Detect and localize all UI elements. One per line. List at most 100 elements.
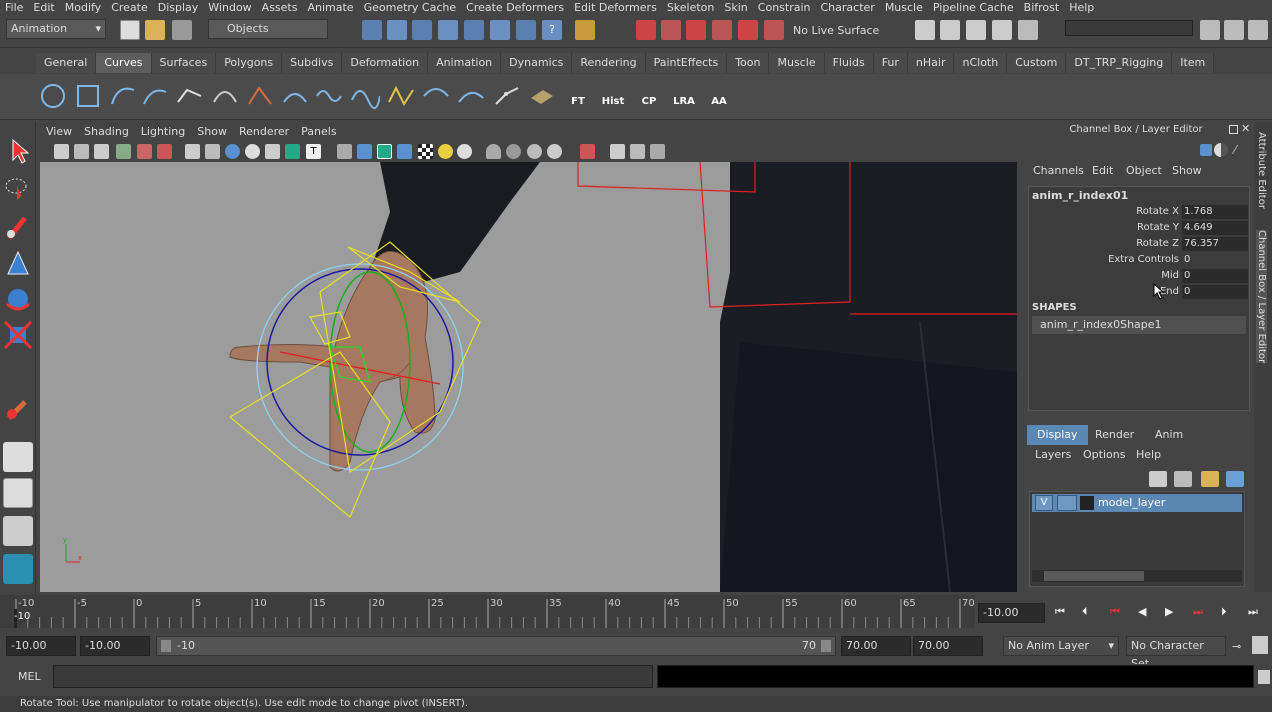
tool-settings-toggle-icon[interactable] [1224,20,1244,40]
wave-curve-icon[interactable] [315,82,345,110]
pencil-curve-icon[interactable] [175,82,205,110]
cv-curve-icon[interactable] [108,82,138,110]
snap-curve-icon[interactable] [661,20,681,40]
reverse-curve-icon[interactable] [421,82,451,110]
contrast-icon[interactable] [1214,143,1228,157]
time-slider[interactable]: -10 -5 0 5 10 15 20 25 30 35 40 45 50 55 60 65 70 -10 [0,595,975,628]
go-to-start-icon[interactable]: ⏮ [1055,605,1071,621]
camera-attributes-icon[interactable] [74,144,89,159]
mode-dropdown[interactable]: Animation ▾ [6,19,106,39]
viewport-3d[interactable]: y x [40,162,1017,592]
object-name[interactable]: anim_r_index01 [1032,189,1128,202]
layer-color-swatch[interactable] [1080,496,1094,510]
menu-geometry-cache[interactable]: Geometry Cache [359,0,462,15]
shelf-tab-toon[interactable]: Toon [727,53,770,73]
current-time-field[interactable]: -10.00 [978,603,1045,623]
safe-frame-icon[interactable] [157,144,172,159]
menu-character[interactable]: Character [816,0,880,15]
attribute-editor-toggle-icon[interactable] [1200,20,1220,40]
key-icon[interactable]: ⊸ [1232,640,1241,653]
shelf-button-lra[interactable]: LRA [669,96,699,107]
menu-assets[interactable]: Assets [257,0,303,15]
save-scene-icon[interactable] [172,20,192,40]
step-forward-key-icon[interactable]: ⏭ [1193,605,1209,621]
float-icon[interactable] [1229,125,1238,134]
offset-curve-icon[interactable] [350,82,380,110]
panel-menu-shading[interactable]: Shading [78,122,135,142]
select-object-icon[interactable] [387,20,407,40]
play-backwards-icon[interactable]: ◀ [1138,605,1154,621]
open-scene-icon[interactable] [145,20,165,40]
attr-rotate-x-value[interactable]: 1.768 [1182,205,1248,219]
layer-visibility-toggle[interactable]: V [1035,495,1053,511]
rebuild-curve-icon[interactable] [386,82,416,110]
last-tool-icon[interactable] [3,394,33,424]
anim-layer-dropdown[interactable]: No Anim Layer ▾ [1003,636,1119,656]
antialiasing-icon[interactable] [527,144,542,159]
menu-help[interactable]: Help [1064,0,1099,15]
layer-horizontal-scrollbar[interactable] [1032,570,1242,582]
command-language-label[interactable]: MEL [18,670,41,683]
square-curve-icon[interactable] [73,82,103,110]
mask-icon-4[interactable] [516,20,536,40]
snap-point-icon[interactable] [686,20,706,40]
render-view-icon[interactable] [915,20,935,40]
shelf-tab-custom[interactable]: Custom [1007,53,1067,73]
depth-of-field-icon[interactable] [547,144,562,159]
attach-curve-icon[interactable] [245,82,275,110]
script-editor-icon[interactable] [1258,670,1270,684]
menu-muscle[interactable]: Muscle [880,0,928,15]
selection-mask-dropdown[interactable]: Objects [208,19,328,39]
menu-create-deformers[interactable]: Create Deformers [461,0,569,15]
playback-start-field[interactable]: -10.00 [80,636,150,656]
menu-create[interactable]: Create [106,0,153,15]
magnet-icon[interactable] [764,20,784,40]
shelf-tab-subdivs[interactable]: Subdivs [282,53,343,73]
attr-extra-controls-value[interactable]: 0 [1182,253,1248,267]
step-forward-frame-icon[interactable]: ⏵ [1221,605,1237,621]
textured-icon[interactable] [265,144,280,159]
frame-icon[interactable] [630,144,645,159]
circle-curve-icon[interactable] [38,82,68,110]
layer-display-type-toggle[interactable] [1057,495,1077,511]
channel-box-toggle-icon[interactable] [1248,20,1268,40]
step-back-key-icon[interactable]: ⏮ [1110,605,1126,621]
shelf-tab-muscle[interactable]: Muscle [769,53,825,73]
animation-end-field[interactable]: 70.00 [913,636,983,656]
wireframe-icon[interactable] [185,144,200,159]
menu-skeleton[interactable]: Skeleton [662,0,720,15]
shelf-button-hist[interactable]: Hist [598,96,628,107]
snap-surface-icon[interactable] [738,20,758,40]
layer-row-model-layer[interactable]: V model_layer [1032,494,1242,512]
camera-select-icon[interactable] [54,144,69,159]
image-plane-icon[interactable] [116,144,131,159]
joint-chain-icon[interactable] [492,82,522,110]
layer-name[interactable]: model_layer [1098,496,1165,509]
menu-display[interactable]: Display [153,0,204,15]
attr-extra-controls-label[interactable]: Extra Controls [1108,254,1179,265]
menu-modify[interactable]: Modify [60,0,106,15]
ep-curve-icon[interactable] [140,82,170,110]
panel-menu-renderer[interactable]: Renderer [233,122,295,142]
isolate-select-icon[interactable] [377,144,392,159]
range-bar[interactable]: -10 70 [156,636,836,656]
single-pane-layout-icon[interactable] [3,442,33,472]
live-surface-label[interactable]: No Live Surface [793,24,879,37]
attr-rotate-y-label[interactable]: Rotate Y [1137,222,1179,233]
cb-menu-edit[interactable]: Edit [1092,164,1113,177]
motion-blur-icon[interactable] [506,144,521,159]
layer-menu-help[interactable]: Help [1136,448,1161,461]
four-pane-layout-icon[interactable] [3,478,33,508]
shelf-tab-deformation[interactable]: Deformation [342,53,429,73]
layer-menu-options[interactable]: Options [1083,448,1125,461]
shelf-tab-general[interactable]: General [36,53,97,73]
scrollbar-thumb[interactable] [1044,571,1144,581]
bookmarks-icon[interactable] [94,144,109,159]
lasso-tool-icon[interactable] [3,174,33,204]
attr-end-value[interactable]: 0 [1182,285,1248,299]
playback-end-field[interactable]: 70.00 [841,636,911,656]
checker-icon[interactable] [418,144,433,159]
paint-select-tool-icon[interactable] [3,212,33,242]
attr-rotate-z-label[interactable]: Rotate Z [1136,238,1179,249]
step-back-frame-icon[interactable]: ⏴ [1082,605,1098,621]
